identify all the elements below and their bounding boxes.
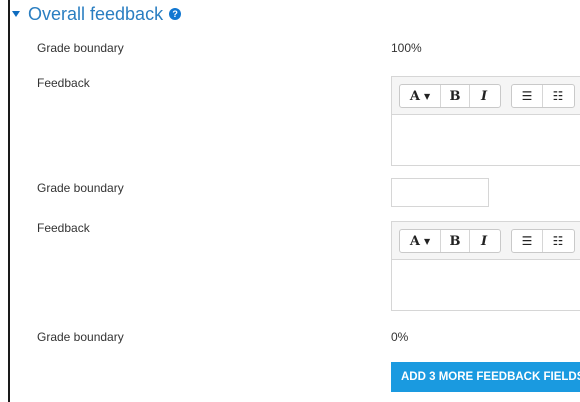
feedback-editor: A ▼ B I ☰ ☷ [391, 76, 580, 166]
feedback-label: Feedback [37, 221, 90, 235]
chevron-down-icon: ▼ [423, 91, 431, 101]
grade-boundary-value: 100% [391, 41, 422, 55]
feedback-editor: A ▼ B I ☰ ☷ [391, 221, 580, 311]
grade-boundary-label: Grade boundary [37, 181, 124, 195]
unordered-list-icon[interactable]: ☰ [512, 85, 542, 107]
feedback-content-area[interactable] [392, 260, 580, 310]
feedback-content-area[interactable] [392, 115, 580, 165]
chevron-down-icon: ▼ [423, 236, 431, 246]
list-button-group: ☰ ☷ [511, 84, 575, 108]
bold-button[interactable]: B [441, 230, 469, 252]
editor-toolbar: A ▼ B I ☰ ☷ [392, 77, 580, 115]
font-style-button[interactable]: A ▼ [400, 230, 440, 252]
font-style-icon: A [409, 233, 420, 249]
bold-button[interactable]: B [441, 85, 469, 107]
help-icon[interactable]: ? [169, 8, 182, 20]
grade-boundary-label: Grade boundary [37, 330, 124, 344]
grade-boundary-label: Grade boundary [37, 41, 124, 55]
italic-button[interactable]: I [470, 230, 498, 252]
font-style-icon: A [409, 88, 420, 104]
feedback-label: Feedback [37, 76, 90, 90]
left-border [8, 0, 10, 402]
section-title[interactable]: Overall feedback [28, 4, 163, 25]
format-button-group: A ▼ B I [399, 229, 501, 253]
editor-toolbar: A ▼ B I ☰ ☷ [392, 222, 580, 260]
ordered-list-icon[interactable]: ☷ [543, 230, 573, 252]
grade-boundary-value: 0% [391, 330, 409, 344]
ordered-list-icon[interactable]: ☷ [543, 85, 573, 107]
collapse-caret-icon[interactable] [12, 11, 20, 17]
grade-boundary-input[interactable] [391, 178, 489, 207]
format-button-group: A ▼ B I [399, 84, 501, 108]
section-header[interactable]: Overall feedback ? [11, 2, 182, 26]
italic-button[interactable]: I [470, 85, 498, 107]
add-feedback-fields-button[interactable]: ADD 3 MORE FEEDBACK FIELDS [391, 362, 580, 392]
font-style-button[interactable]: A ▼ [400, 85, 440, 107]
unordered-list-icon[interactable]: ☰ [512, 230, 542, 252]
list-button-group: ☰ ☷ [511, 229, 575, 253]
